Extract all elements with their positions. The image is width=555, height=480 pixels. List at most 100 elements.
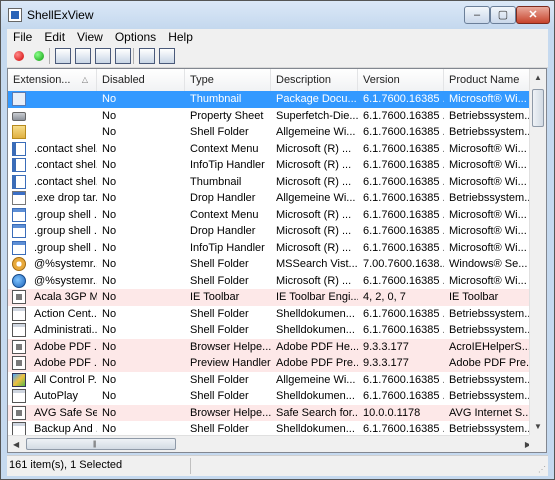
row-cell-ext: .contact shel... bbox=[34, 142, 97, 155]
row-cell-desc: Shelldokumen... bbox=[276, 423, 355, 435]
maximize-button[interactable]: ▢ bbox=[490, 6, 516, 24]
table-row[interactable]: AVG Safe Se... No Browser Helpe... Safe Sea… bbox=[8, 404, 536, 421]
row-cell-ext: .contact shel... bbox=[34, 175, 97, 188]
row-cell-product: Betriebssystem... bbox=[449, 307, 534, 320]
row-cell-desc: Microsoft (R) ... bbox=[276, 175, 352, 188]
gear-icon bbox=[12, 356, 26, 370]
vertical-scroll-thumb[interactable] bbox=[532, 89, 544, 127]
exe-icon bbox=[12, 191, 26, 205]
table-row[interactable]: Backup And ... No Shell Folder Shelldokumen… bbox=[8, 421, 536, 435]
table-row[interactable]: Adobe PDF ... No Browser Helpe... Adobe PDF… bbox=[8, 338, 536, 355]
menu-view[interactable]: View bbox=[71, 29, 109, 45]
row-cell-ext: Backup And ... bbox=[34, 423, 97, 435]
menu-edit[interactable]: Edit bbox=[38, 29, 71, 45]
row-cell-desc: Shelldokumen... bbox=[276, 390, 355, 402]
row-cell-product: Windows® Se... bbox=[449, 258, 528, 270]
scroll-left-icon[interactable]: ◀ bbox=[13, 440, 19, 449]
row-cell-disabled: No bbox=[102, 225, 117, 237]
row-cell-disabled: No bbox=[102, 126, 117, 138]
copy-icon[interactable] bbox=[95, 48, 111, 64]
row-cell-type: Shell Folder bbox=[190, 274, 249, 287]
gear-icon bbox=[12, 405, 26, 420]
vertical-scrollbar[interactable]: ▲ ▼ bbox=[529, 69, 546, 435]
enable-icon[interactable] bbox=[31, 48, 47, 64]
row-cell-version: 6.1.7600.16385 ... bbox=[363, 142, 444, 155]
column-header[interactable]: Disabled bbox=[97, 69, 185, 91]
row-cell-disabled: No bbox=[102, 373, 117, 386]
doc-icon bbox=[12, 306, 26, 321]
size-grip-icon[interactable]: ⋰ bbox=[538, 465, 546, 474]
title-bar[interactable]: ShellExView – ▢ ✕ bbox=[1, 1, 554, 29]
row-cell-desc: Microsoft (R) ... bbox=[276, 159, 352, 171]
list-header: Extension... △ Disabled Type Description Vers… bbox=[8, 69, 536, 92]
save-icon[interactable] bbox=[55, 48, 71, 64]
table-row[interactable]: Adobe PDF ... No Preview Handler Adobe PDF … bbox=[8, 355, 536, 372]
scroll-up-icon[interactable]: ▲ bbox=[534, 73, 542, 82]
table-row[interactable]: All Control P... No Shell Folder Allgemeine… bbox=[8, 372, 536, 389]
table-row[interactable]: .exe drop tar... No Drop Handler Allgemeine… bbox=[8, 190, 536, 207]
row-cell-type: IE Toolbar bbox=[190, 291, 240, 303]
disable-icon[interactable] bbox=[11, 48, 27, 64]
row-cell-product: Microsoft® Wi... bbox=[449, 175, 527, 188]
refresh-icon[interactable] bbox=[75, 48, 91, 64]
table-row[interactable]: .group shell ... No Context Menu Microsoft … bbox=[8, 207, 536, 224]
row-cell-desc: Microsoft (R) ... bbox=[276, 241, 352, 254]
row-cell-type: Drop Handler bbox=[190, 192, 256, 204]
row-cell-type: Browser Helpe... bbox=[190, 340, 271, 353]
table-row[interactable]: .contact shel... No Thumbnail Microsoft (R)… bbox=[8, 174, 536, 191]
table-row[interactable]: Administrati... No Shell Folder Shelldokume… bbox=[8, 322, 536, 339]
row-cell-ext: .group shell ... bbox=[34, 241, 97, 254]
horizontal-scroll-thumb[interactable]: ||| bbox=[26, 438, 176, 450]
menu-bar: File Edit View Options Help bbox=[7, 29, 548, 45]
exit-icon[interactable] bbox=[159, 48, 175, 64]
row-cell-version: 6.1.7600.16385 ... bbox=[363, 225, 444, 237]
row-cell-version: 6.1.7600.16385 ... bbox=[363, 324, 444, 336]
find-icon[interactable] bbox=[139, 48, 155, 64]
menu-help[interactable]: Help bbox=[162, 29, 199, 45]
table-row[interactable]: .contact shel... No Context Menu Microsoft … bbox=[8, 141, 536, 158]
scroll-down-icon[interactable]: ▼ bbox=[534, 422, 542, 431]
close-button[interactable]: ✕ bbox=[516, 6, 550, 24]
menu-options[interactable]: Options bbox=[109, 29, 162, 45]
menu-file[interactable]: File bbox=[7, 29, 38, 45]
row-cell-product: IE Toolbar bbox=[449, 291, 499, 303]
row-cell-ext: @%systemr... bbox=[34, 274, 97, 287]
minimize-button[interactable]: – bbox=[464, 6, 490, 24]
table-row[interactable]: @%systemr... No Shell Folder Microsoft (R) … bbox=[8, 273, 536, 290]
column-header[interactable]: Product Name bbox=[444, 69, 536, 91]
row-cell-desc: Shelldokumen... bbox=[276, 324, 355, 336]
table-row[interactable]: AutoPlay No Shell Folder Shelldokumen... 6.1… bbox=[8, 388, 536, 405]
row-cell-version: 6.1.7600.16385 ... bbox=[363, 192, 444, 204]
row-cell-type: Shell Folder bbox=[190, 373, 249, 386]
row-cell-product: Betriebssystem... bbox=[449, 324, 534, 336]
row-cell-disabled: No bbox=[102, 406, 117, 419]
row-cell-ext: AutoPlay bbox=[34, 390, 79, 402]
row-cell-product: Adobe PDF Pre... bbox=[449, 357, 536, 369]
column-header[interactable]: Version bbox=[358, 69, 444, 91]
toolbar-separator bbox=[133, 48, 134, 64]
column-header[interactable]: Type bbox=[185, 69, 271, 91]
table-row[interactable]: No Property Sheet Superfetch-Die... 6.1.760… bbox=[8, 108, 536, 125]
table-row[interactable]: No Thumbnail Package Docu... 6.1.7600.16385… bbox=[8, 91, 536, 108]
table-row[interactable]: .group shell ... No InfoTip Handler Microso… bbox=[8, 240, 536, 257]
row-cell-version: 9.3.3.177 bbox=[363, 340, 409, 353]
table-row[interactable]: @%systemr... No Shell Folder MSSearch Vist.… bbox=[8, 256, 536, 273]
table-row[interactable]: No Shell Folder Allgemeine Wi... 6.1.7600.1… bbox=[8, 124, 536, 141]
properties-icon[interactable] bbox=[115, 48, 131, 64]
table-row[interactable]: .group shell ... No Drop Handler Microsoft … bbox=[8, 223, 536, 240]
table-row[interactable]: Acala 3GP M... No IE Toolbar IE Toolbar Eng… bbox=[8, 289, 536, 306]
column-header[interactable]: Description bbox=[271, 69, 358, 91]
row-cell-disabled: No bbox=[102, 159, 117, 171]
table-row[interactable]: Action Cent... No Shell Folder Shelldokumen… bbox=[8, 306, 536, 323]
row-cell-type: Preview Handler bbox=[190, 357, 271, 369]
row-cell-disabled: No bbox=[102, 390, 117, 402]
table-row[interactable]: .contact shel... No InfoTip Handler Microso… bbox=[8, 157, 536, 174]
row-cell-desc: IE Toolbar Engi... bbox=[276, 291, 358, 303]
scroll-corner bbox=[529, 435, 546, 452]
column-header[interactable]: Extension... △ bbox=[8, 69, 97, 91]
extensions-list[interactable]: Extension... △ Disabled Type Description Vers… bbox=[7, 68, 547, 453]
row-cell-product: AVG Internet S... bbox=[449, 406, 532, 419]
horizontal-scrollbar[interactable]: ◀ ||| ▶ bbox=[8, 435, 536, 452]
doc-icon bbox=[12, 389, 26, 403]
row-cell-type: InfoTip Handler bbox=[190, 241, 265, 254]
